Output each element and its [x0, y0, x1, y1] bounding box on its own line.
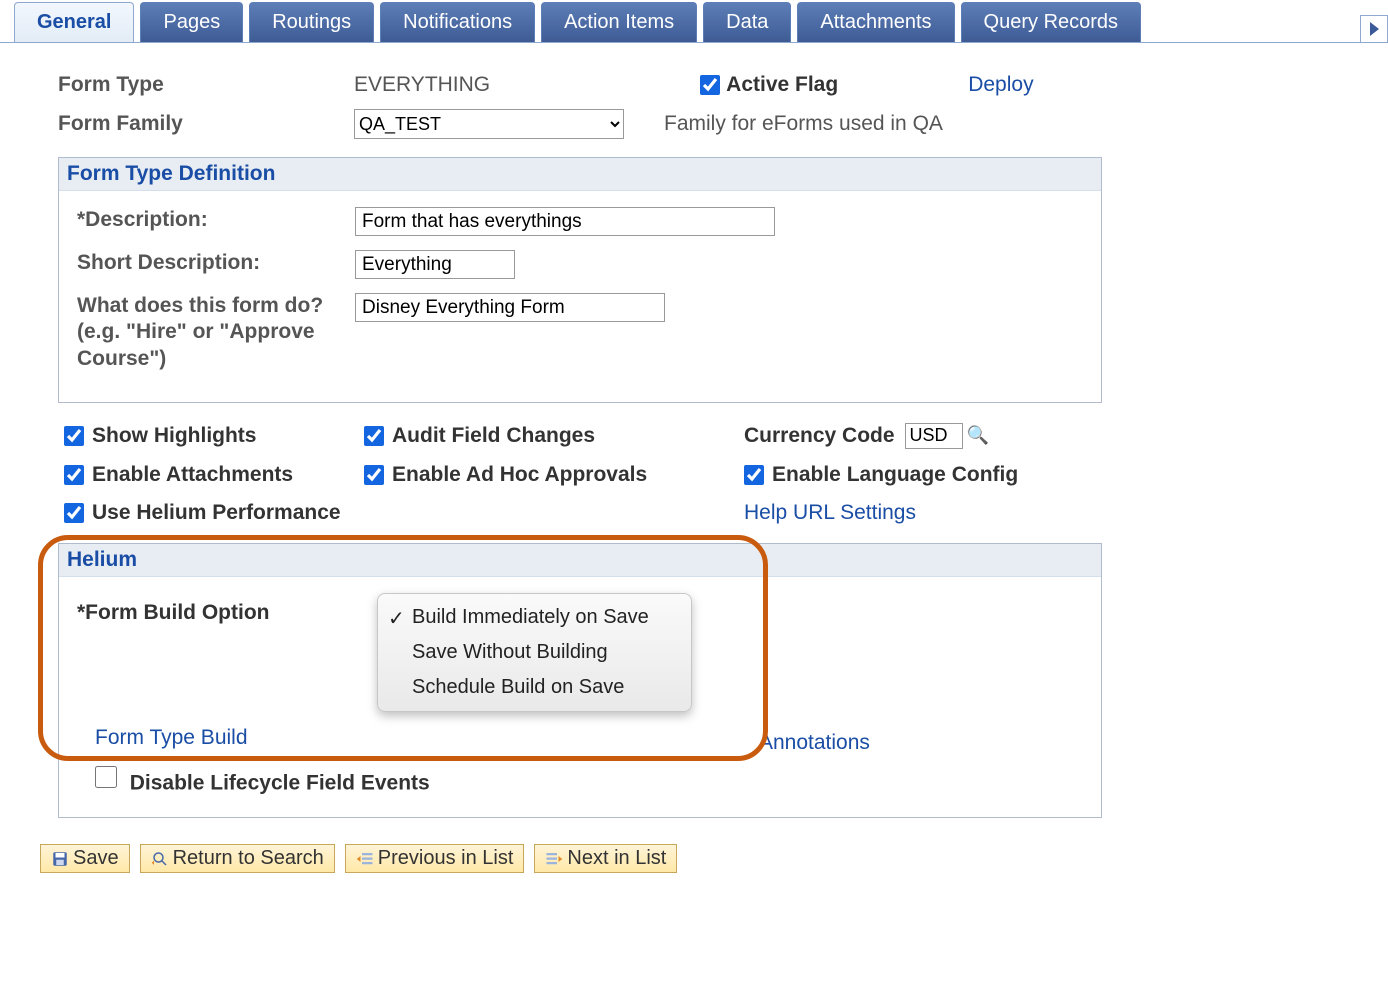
tab-query-records[interactable]: Query Records: [961, 2, 1142, 42]
previous-in-list-button[interactable]: Previous in List: [345, 844, 525, 873]
next-in-list-label: Next in List: [567, 847, 666, 870]
next-in-list-button[interactable]: Next in List: [534, 844, 677, 873]
tab-row: General Pages Routings Notifications Act…: [0, 0, 1388, 43]
annotations-link[interactable]: Annotations: [759, 731, 870, 755]
search-return-icon: [151, 850, 169, 868]
options-grid: Show Highlights Audit Field Changes Curr…: [64, 423, 1374, 525]
tab-attachments[interactable]: Attachments: [797, 2, 954, 42]
dropdown-item-schedule-build[interactable]: Schedule Build on Save: [378, 670, 691, 705]
save-icon: [51, 850, 69, 868]
form-build-option-dropdown[interactable]: Build Immediately on Save Save Without B…: [377, 593, 692, 712]
helium-group: Helium *Form Build Option Build Immediat…: [58, 543, 1102, 819]
audit-field-changes-checkbox[interactable]: [364, 426, 384, 446]
deploy-link[interactable]: Deploy: [968, 73, 1033, 97]
tab-action-items[interactable]: Action Items: [541, 2, 697, 42]
audit-field-changes-label: Audit Field Changes: [392, 424, 595, 448]
tab-notifications[interactable]: Notifications: [380, 2, 535, 42]
disable-lifecycle-label: Disable Lifecycle Field Events: [130, 771, 430, 794]
save-button[interactable]: Save: [40, 844, 130, 873]
form-type-value: EVERYTHING: [354, 73, 490, 97]
form-family-desc: Family for eForms used in QA: [664, 112, 943, 136]
form-type-label: Form Type: [58, 73, 354, 97]
tab-scroll-right[interactable]: [1360, 15, 1388, 42]
form-type-build-link[interactable]: Form Type Build: [95, 726, 248, 750]
return-to-search-label: Return to Search: [173, 847, 324, 870]
chevron-right-icon: [1370, 22, 1379, 36]
prev-list-icon: [356, 850, 374, 868]
form-build-option-label: *Form Build Option: [77, 593, 377, 625]
enable-adhoc-checkbox[interactable]: [364, 465, 384, 485]
tab-pages[interactable]: Pages: [140, 2, 243, 42]
enable-attachments-label: Enable Attachments: [92, 463, 293, 487]
whatdo-label: What does this form do? (e.g. "Hire" or …: [77, 293, 355, 372]
short-description-label: Short Description:: [77, 250, 355, 276]
help-url-settings-link[interactable]: Help URL Settings: [744, 501, 1094, 525]
description-input[interactable]: [355, 207, 775, 236]
enable-language-config-checkbox[interactable]: [744, 465, 764, 485]
use-helium-label: Use Helium Performance: [92, 501, 341, 525]
previous-in-list-label: Previous in List: [378, 847, 514, 870]
description-label: *Description:: [77, 207, 355, 233]
enable-attachments-checkbox[interactable]: [64, 465, 84, 485]
show-highlights-checkbox[interactable]: [64, 426, 84, 446]
tab-data[interactable]: Data: [703, 2, 791, 42]
use-helium-checkbox[interactable]: [64, 503, 84, 523]
helium-title: Helium: [59, 544, 1101, 577]
short-description-input[interactable]: [355, 250, 515, 279]
show-highlights-label: Show Highlights: [92, 424, 256, 448]
save-button-label: Save: [73, 847, 119, 870]
tab-general[interactable]: General: [14, 2, 134, 42]
disable-lifecycle-checkbox[interactable]: [95, 766, 117, 788]
dropdown-item-save-without-building[interactable]: Save Without Building: [378, 635, 691, 670]
dropdown-item-build-immediately[interactable]: Build Immediately on Save: [378, 600, 691, 635]
currency-code-label: Currency Code: [744, 424, 895, 448]
return-to-search-button[interactable]: Return to Search: [140, 844, 335, 873]
tab-routings[interactable]: Routings: [249, 2, 374, 42]
lookup-icon[interactable]: 🔍: [967, 425, 989, 446]
form-family-label: Form Family: [58, 112, 354, 136]
whatdo-input[interactable]: [355, 293, 665, 322]
form-type-definition-group: Form Type Definition *Description: Short…: [58, 157, 1102, 403]
form-family-select[interactable]: QA_TEST: [354, 109, 624, 139]
active-flag-label: Active Flag: [726, 73, 838, 97]
button-row: Save Return to Search Previous in List N…: [40, 844, 1374, 873]
form-type-definition-title: Form Type Definition: [59, 158, 1101, 191]
enable-language-config-label: Enable Language Config: [772, 463, 1018, 487]
page-content: Form Type EVERYTHING Active Flag Deploy …: [0, 43, 1388, 903]
helium-section: Helium *Form Build Option Build Immediat…: [58, 543, 1102, 819]
currency-code-input[interactable]: [905, 423, 963, 449]
next-list-icon: [545, 850, 563, 868]
active-flag-checkbox[interactable]: [700, 75, 720, 95]
enable-adhoc-label: Enable Ad Hoc Approvals: [392, 463, 647, 487]
